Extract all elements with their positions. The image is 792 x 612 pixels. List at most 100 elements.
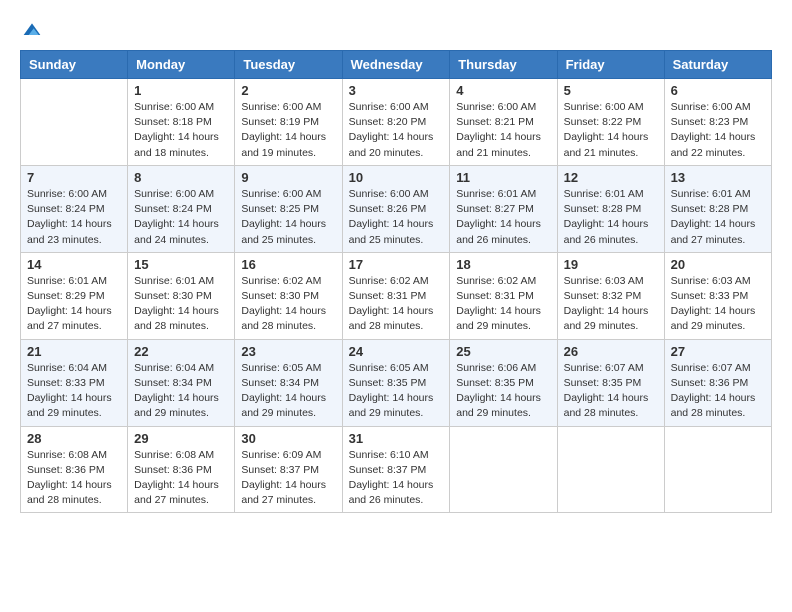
calendar-cell: 25 Sunrise: 6:06 AM Sunset: 8:35 PM Dayli… [450,339,557,426]
calendar-cell: 5Sunrise: 6:00 AM Sunset: 8:22 PM Daylig… [557,79,664,166]
calendar-header-wednesday: Wednesday [342,51,450,79]
day-number: 19 [564,257,658,272]
day-number: 24 [349,344,444,359]
calendar-week-row: 7 Sunrise: 6:00 AM Sunset: 8:24 PM Daylig… [21,165,772,252]
calendar-cell [664,426,771,513]
day-info: Sunrise: 6:02 AM Sunset: 8:30 PM Dayligh… [241,274,335,335]
day-number: 25 [456,344,550,359]
page-header [20,20,772,40]
calendar-header-saturday: Saturday [664,51,771,79]
day-info: Sunrise: 6:00 AM Sunset: 8:21 PM Dayligh… [456,100,550,161]
logo-icon [22,20,42,40]
calendar-week-row: 14Sunrise: 6:01 AM Sunset: 8:29 PM Dayli… [21,252,772,339]
calendar-week-row: 28 Sunrise: 6:08 AM Sunset: 8:36 PM Dayli… [21,426,772,513]
day-info: Sunrise: 6:00 AM Sunset: 8:24 PM Dayligh… [134,187,228,248]
calendar-cell: 9 Sunrise: 6:00 AM Sunset: 8:25 PM Daylig… [235,165,342,252]
calendar-cell: 31Sunrise: 6:10 AM Sunset: 8:37 PM Dayli… [342,426,450,513]
day-info: Sunrise: 6:01 AM Sunset: 8:30 PM Dayligh… [134,274,228,335]
day-number: 28 [27,431,121,446]
day-number: 26 [564,344,658,359]
calendar-cell: 11 Sunrise: 6:01 AM Sunset: 8:27 PM Dayli… [450,165,557,252]
day-info: Sunrise: 6:01 AM Sunset: 8:28 PM Dayligh… [564,187,658,248]
day-info: Sunrise: 6:02 AM Sunset: 8:31 PM Dayligh… [349,274,444,335]
day-number: 20 [671,257,765,272]
calendar-header-sunday: Sunday [21,51,128,79]
day-number: 17 [349,257,444,272]
day-info: Sunrise: 6:08 AM Sunset: 8:36 PM Dayligh… [27,448,121,509]
calendar-header-friday: Friday [557,51,664,79]
day-info: Sunrise: 6:04 AM Sunset: 8:33 PM Dayligh… [27,361,121,422]
calendar-cell: 16 Sunrise: 6:02 AM Sunset: 8:30 PM Dayli… [235,252,342,339]
day-number: 27 [671,344,765,359]
day-number: 5 [564,83,658,98]
calendar-cell: 21 Sunrise: 6:04 AM Sunset: 8:33 PM Dayli… [21,339,128,426]
day-info: Sunrise: 6:06 AM Sunset: 8:35 PM Dayligh… [456,361,550,422]
calendar-cell: 7 Sunrise: 6:00 AM Sunset: 8:24 PM Daylig… [21,165,128,252]
calendar-cell [557,426,664,513]
calendar-cell: 20 Sunrise: 6:03 AM Sunset: 8:33 PM Dayli… [664,252,771,339]
day-info: Sunrise: 6:03 AM Sunset: 8:33 PM Dayligh… [671,274,765,335]
calendar-header-tuesday: Tuesday [235,51,342,79]
day-info: Sunrise: 6:10 AM Sunset: 8:37 PM Dayligh… [349,448,444,509]
day-info: Sunrise: 6:01 AM Sunset: 8:28 PM Dayligh… [671,187,765,248]
day-info: Sunrise: 6:00 AM Sunset: 8:24 PM Dayligh… [27,187,121,248]
calendar-cell: 24 Sunrise: 6:05 AM Sunset: 8:35 PM Dayli… [342,339,450,426]
logo [20,20,42,40]
day-number: 29 [134,431,228,446]
day-info: Sunrise: 6:05 AM Sunset: 8:35 PM Dayligh… [349,361,444,422]
calendar-cell: 10 Sunrise: 6:00 AM Sunset: 8:26 PM Dayli… [342,165,450,252]
day-number: 2 [241,83,335,98]
day-info: Sunrise: 6:00 AM Sunset: 8:18 PM Dayligh… [134,100,228,161]
calendar-cell: 18 Sunrise: 6:02 AM Sunset: 8:31 PM Dayli… [450,252,557,339]
calendar-cell: 23 Sunrise: 6:05 AM Sunset: 8:34 PM Dayli… [235,339,342,426]
calendar-cell: 15 Sunrise: 6:01 AM Sunset: 8:30 PM Dayli… [128,252,235,339]
day-number: 15 [134,257,228,272]
day-number: 11 [456,170,550,185]
day-info: Sunrise: 6:01 AM Sunset: 8:27 PM Dayligh… [456,187,550,248]
day-number: 9 [241,170,335,185]
calendar-cell: 28 Sunrise: 6:08 AM Sunset: 8:36 PM Dayli… [21,426,128,513]
day-number: 18 [456,257,550,272]
calendar-cell: 26Sunrise: 6:07 AM Sunset: 8:35 PM Dayli… [557,339,664,426]
calendar-cell: 8Sunrise: 6:00 AM Sunset: 8:24 PM Daylig… [128,165,235,252]
day-info: Sunrise: 6:05 AM Sunset: 8:34 PM Dayligh… [241,361,335,422]
calendar-table: SundayMondayTuesdayWednesdayThursdayFrid… [20,50,772,513]
day-number: 13 [671,170,765,185]
calendar-cell: 22 Sunrise: 6:04 AM Sunset: 8:34 PM Dayli… [128,339,235,426]
day-info: Sunrise: 6:00 AM Sunset: 8:26 PM Dayligh… [349,187,444,248]
day-number: 3 [349,83,444,98]
calendar-cell: 30 Sunrise: 6:09 AM Sunset: 8:37 PM Dayli… [235,426,342,513]
calendar-header-thursday: Thursday [450,51,557,79]
calendar-cell: 17 Sunrise: 6:02 AM Sunset: 8:31 PM Dayli… [342,252,450,339]
calendar-cell [21,79,128,166]
day-info: Sunrise: 6:00 AM Sunset: 8:20 PM Dayligh… [349,100,444,161]
calendar-cell [450,426,557,513]
day-number: 1 [134,83,228,98]
day-number: 7 [27,170,121,185]
calendar-cell: 27 Sunrise: 6:07 AM Sunset: 8:36 PM Dayli… [664,339,771,426]
day-info: Sunrise: 6:07 AM Sunset: 8:36 PM Dayligh… [671,361,765,422]
day-info: Sunrise: 6:02 AM Sunset: 8:31 PM Dayligh… [456,274,550,335]
calendar-cell: 6 Sunrise: 6:00 AM Sunset: 8:23 PM Daylig… [664,79,771,166]
calendar-cell: 19Sunrise: 6:03 AM Sunset: 8:32 PM Dayli… [557,252,664,339]
day-info: Sunrise: 6:09 AM Sunset: 8:37 PM Dayligh… [241,448,335,509]
day-number: 23 [241,344,335,359]
day-info: Sunrise: 6:04 AM Sunset: 8:34 PM Dayligh… [134,361,228,422]
day-number: 10 [349,170,444,185]
day-number: 14 [27,257,121,272]
calendar-cell: 3 Sunrise: 6:00 AM Sunset: 8:20 PM Daylig… [342,79,450,166]
calendar-cell: 12Sunrise: 6:01 AM Sunset: 8:28 PM Dayli… [557,165,664,252]
calendar-cell: 4 Sunrise: 6:00 AM Sunset: 8:21 PM Daylig… [450,79,557,166]
day-number: 6 [671,83,765,98]
calendar-header-row: SundayMondayTuesdayWednesdayThursdayFrid… [21,51,772,79]
day-number: 16 [241,257,335,272]
calendar-cell: 14Sunrise: 6:01 AM Sunset: 8:29 PM Dayli… [21,252,128,339]
day-info: Sunrise: 6:00 AM Sunset: 8:25 PM Dayligh… [241,187,335,248]
calendar-week-row: 21 Sunrise: 6:04 AM Sunset: 8:33 PM Dayli… [21,339,772,426]
day-number: 4 [456,83,550,98]
day-number: 30 [241,431,335,446]
day-number: 21 [27,344,121,359]
calendar-cell: 29Sunrise: 6:08 AM Sunset: 8:36 PM Dayli… [128,426,235,513]
day-info: Sunrise: 6:00 AM Sunset: 8:23 PM Dayligh… [671,100,765,161]
day-number: 22 [134,344,228,359]
